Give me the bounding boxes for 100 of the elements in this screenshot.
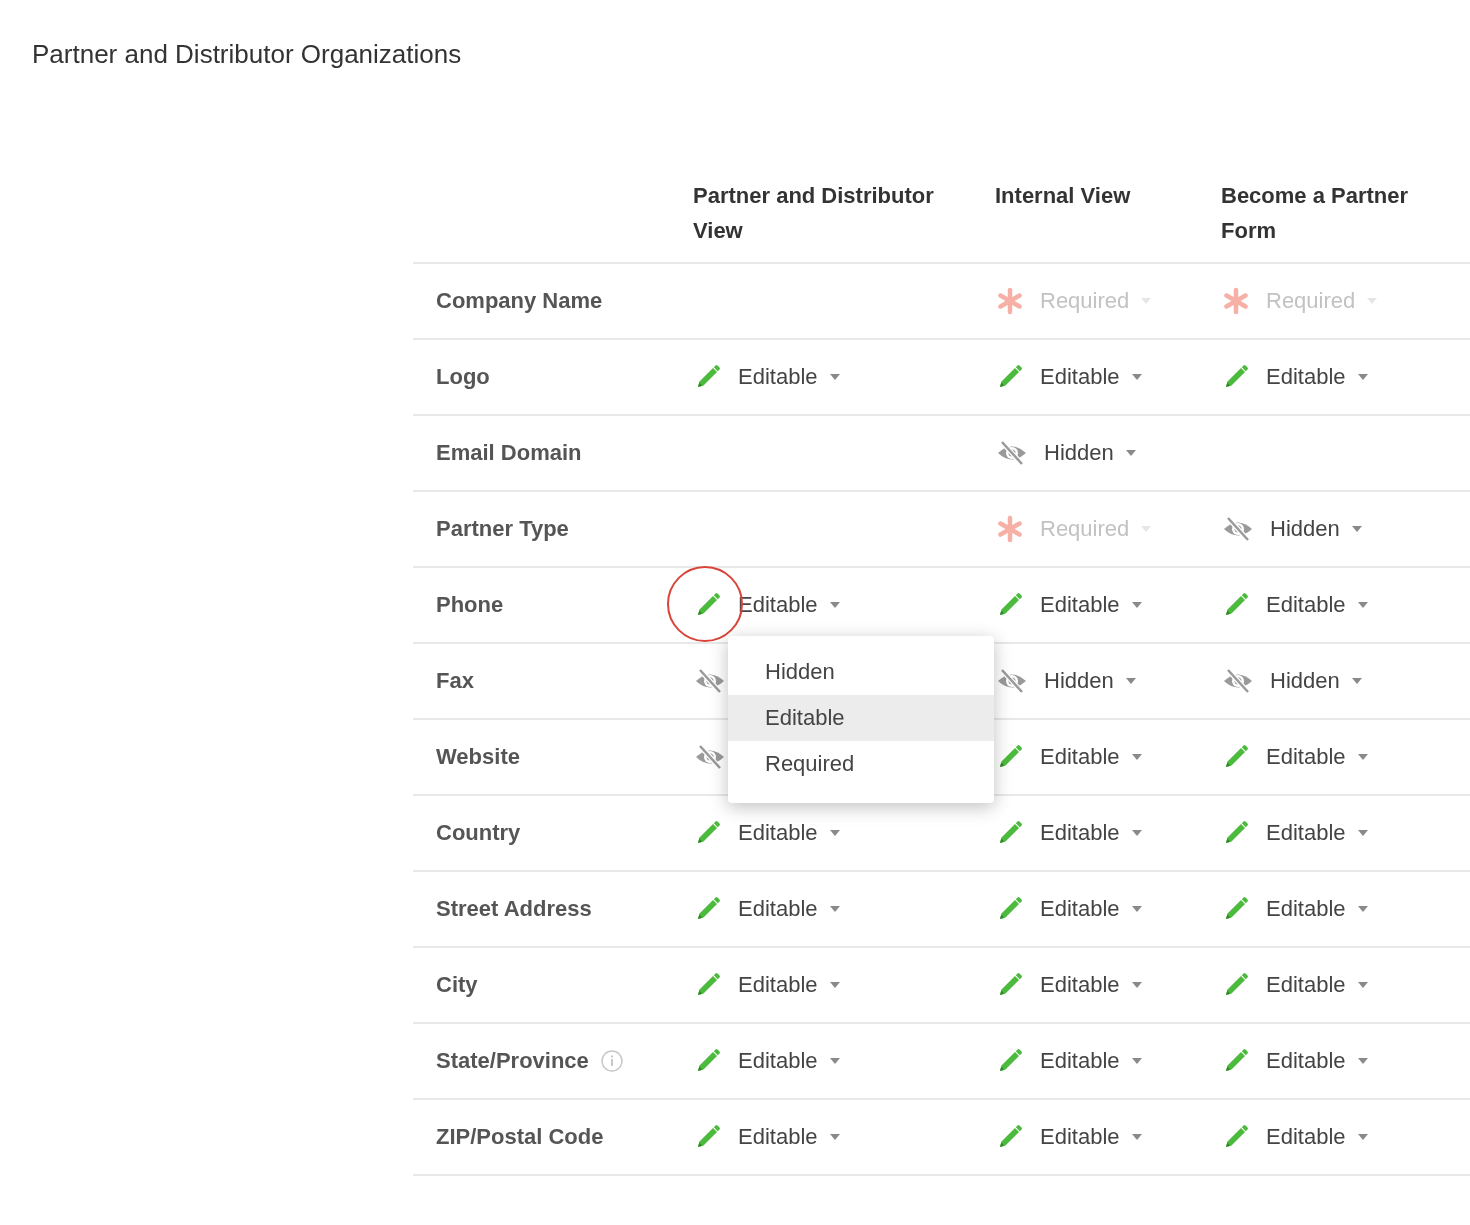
permission-label: Editable	[1040, 972, 1120, 998]
eye-slash-icon	[694, 743, 726, 771]
permission-label: Editable	[738, 1048, 818, 1074]
permission-label: Hidden	[1270, 516, 1340, 542]
permission-dropdown[interactable]: Editable	[1222, 819, 1368, 847]
caret-icon	[829, 1134, 840, 1140]
permission-label: Editable	[738, 972, 818, 998]
field-name: Country	[436, 820, 521, 846]
permission-label: Editable	[1266, 592, 1346, 618]
field-name: ZIP/Postal Code	[436, 1124, 604, 1150]
permission-dropdown[interactable]: Hidden	[1222, 667, 1362, 695]
field-name: Website	[436, 744, 520, 770]
permission-dropdown[interactable]: Editable	[1222, 895, 1368, 923]
permission-label: Editable	[1040, 592, 1120, 618]
caret-icon	[829, 374, 840, 380]
caret-icon	[1131, 830, 1142, 836]
field-name: Company Name	[436, 288, 603, 314]
column-header: Partner and Distributor View	[680, 166, 982, 264]
caret-icon	[1131, 982, 1142, 988]
permission-dropdown[interactable]: Hidden	[996, 667, 1136, 695]
permission-dropdown[interactable]: Editable	[694, 895, 840, 923]
permission-label: Editable	[1266, 820, 1346, 846]
permission-dropdown[interactable]: Editable	[1222, 743, 1368, 771]
permission-label: Editable	[738, 820, 818, 846]
eye-slash-icon	[1222, 667, 1254, 695]
caret-icon	[1357, 1134, 1368, 1140]
permission-dropdown[interactable]: Editable	[996, 743, 1142, 771]
permission-dropdown[interactable]: Editable	[694, 971, 840, 999]
permission-dropdown[interactable]: Editable	[694, 1047, 840, 1075]
permission-label: Editable	[1266, 1124, 1346, 1150]
permission-label: Editable	[1040, 744, 1120, 770]
permission-dropdown[interactable]: Editable	[996, 819, 1142, 847]
permission-dropdown[interactable]: Editable	[996, 895, 1142, 923]
permission-label: Editable	[1040, 820, 1120, 846]
asterisk-icon	[1222, 287, 1250, 315]
permission-dropdown[interactable]: Editable	[1222, 363, 1368, 391]
permission-dropdown[interactable]: Editable	[1222, 971, 1368, 999]
permission-label: Editable	[1040, 1124, 1120, 1150]
permission-dropdown[interactable]: Hidden	[1222, 515, 1362, 543]
field-name: Logo	[436, 364, 490, 390]
permission-label: Required	[1266, 288, 1356, 314]
permission-label: Editable	[1266, 972, 1346, 998]
permission-dropdown[interactable]: Editable	[996, 1123, 1142, 1151]
column-header: Internal View	[982, 166, 1208, 264]
permission-label: Editable	[1266, 896, 1346, 922]
info-icon[interactable]	[600, 1050, 623, 1072]
caret-icon	[1357, 602, 1368, 608]
permission-dropdown[interactable]: Editable	[694, 363, 840, 391]
caret-icon	[829, 982, 840, 988]
caret-icon	[1125, 450, 1136, 456]
permission-dropdown[interactable]: Editable	[1222, 1123, 1368, 1151]
permission-dropdown[interactable]: Editable	[996, 1047, 1142, 1075]
permission-label: Editable	[1266, 744, 1346, 770]
permission-label: Editable	[1040, 364, 1120, 390]
permission-dropdown[interactable]	[694, 743, 726, 771]
caret-icon	[1357, 830, 1368, 836]
field-name: Phone	[436, 592, 504, 618]
caret-icon	[1141, 298, 1152, 304]
field-name: Email Domain	[436, 440, 582, 466]
caret-icon	[829, 906, 840, 912]
caret-icon	[1357, 982, 1368, 988]
caret-icon	[1125, 678, 1136, 684]
caret-icon	[1131, 1058, 1142, 1064]
permission-dropdown[interactable]: Editable	[1222, 591, 1368, 619]
permission-dropdown[interactable]: Editable	[996, 591, 1142, 619]
caret-icon	[1351, 526, 1362, 532]
caret-icon	[1357, 906, 1368, 912]
caret-icon	[1351, 678, 1362, 684]
permission-dropdown[interactable]: Editable	[694, 1123, 840, 1151]
field-name: Partner Type	[436, 516, 569, 542]
menu-item[interactable]: Editable	[728, 695, 994, 741]
caret-icon	[1131, 906, 1142, 912]
field-name: Fax	[436, 668, 474, 694]
caret-icon	[1131, 754, 1142, 760]
eye-slash-icon	[996, 439, 1028, 467]
eye-slash-icon	[694, 667, 726, 695]
caret-icon	[1357, 1058, 1368, 1064]
caret-icon	[1131, 374, 1142, 380]
eye-slash-icon	[996, 667, 1028, 695]
permission-label: Editable	[1266, 364, 1346, 390]
permission-label: Editable	[738, 1124, 818, 1150]
permission-dropdown[interactable]: Editable	[1222, 1047, 1368, 1075]
permission-label: Hidden	[1270, 668, 1340, 694]
asterisk-icon	[996, 287, 1024, 315]
permission-dropdown[interactable]: Editable	[996, 971, 1142, 999]
permission-label: Hidden	[1044, 668, 1114, 694]
permission-dropdown[interactable]: Editable	[694, 819, 840, 847]
caret-icon	[829, 1058, 840, 1064]
eye-slash-icon	[1222, 515, 1254, 543]
permission-dropdown[interactable]	[694, 667, 726, 695]
caret-icon	[1357, 754, 1368, 760]
permission-dropdown[interactable]: Hidden	[996, 439, 1136, 467]
permission-label: Editable	[738, 364, 818, 390]
field-name: State/Province	[436, 1048, 589, 1074]
permission-label: Editable	[1040, 1048, 1120, 1074]
menu-item[interactable]: Required	[728, 741, 994, 787]
permission-label: Editable	[1266, 1048, 1346, 1074]
permission-label: Required	[1040, 516, 1130, 542]
menu-item[interactable]: Hidden	[728, 649, 994, 695]
permission-dropdown[interactable]: Editable	[996, 363, 1142, 391]
